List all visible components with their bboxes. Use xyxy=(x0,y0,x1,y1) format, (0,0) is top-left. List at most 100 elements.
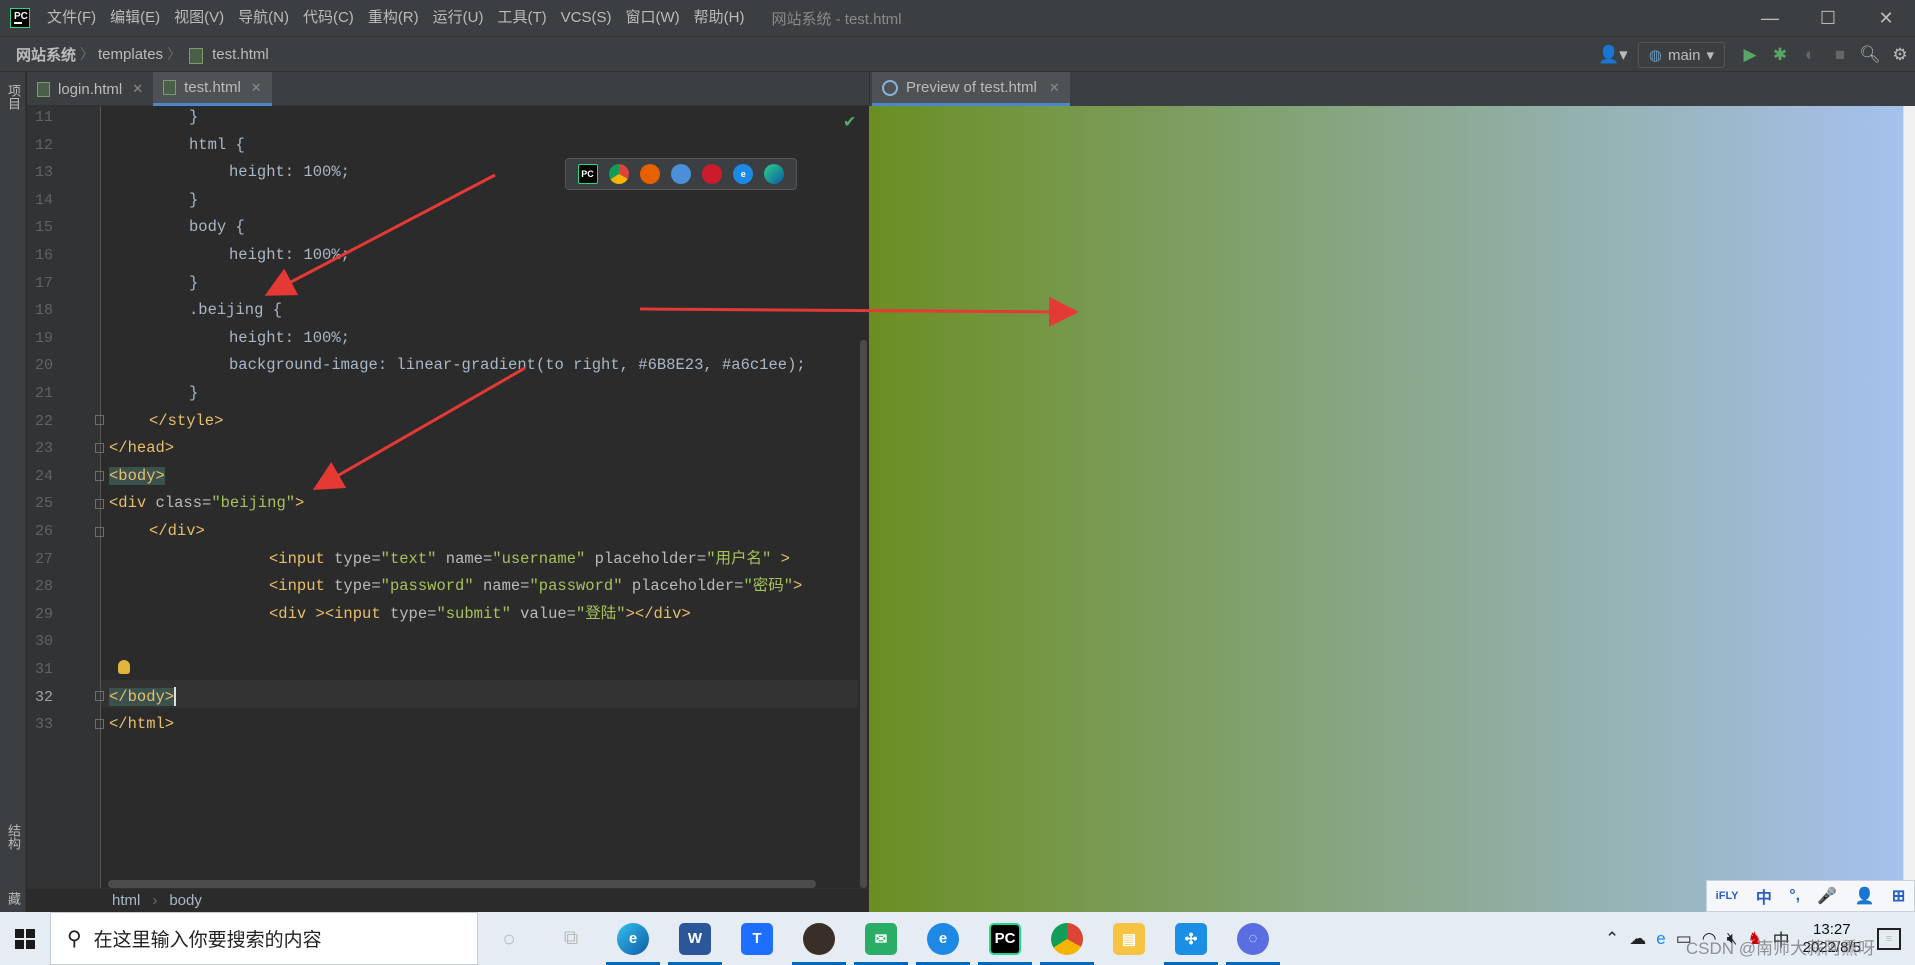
preview-scrollbar[interactable] xyxy=(1903,106,1915,912)
fold-marker-icon[interactable] xyxy=(95,499,104,509)
chrome-icon[interactable] xyxy=(608,164,629,184)
breadcrumb-html[interactable]: html xyxy=(112,892,140,909)
menu-navigate[interactable]: 导航(N) xyxy=(231,0,296,36)
line-number: 27 xyxy=(34,550,53,568)
tab-login-html[interactable]: login.html ✕ xyxy=(27,72,153,106)
opera-icon[interactable] xyxy=(702,164,723,184)
token: <input xyxy=(324,604,390,623)
editor-horizontal-scrollbar[interactable] xyxy=(108,880,816,888)
menu-file[interactable]: 文件(F) xyxy=(40,0,103,36)
stop-icon[interactable]: ■ xyxy=(1825,37,1855,73)
navigation-bar: 网站系统 〉 templates 〉 test.html 👤▾ ◍ main ▾… xyxy=(0,36,1915,72)
start-button[interactable] xyxy=(0,912,50,965)
close-tab-icon[interactable]: ✕ xyxy=(251,80,262,96)
app-avatar-icon[interactable] xyxy=(788,912,850,965)
run-icon[interactable]: ▶ xyxy=(1735,37,1765,73)
search-icon[interactable]: 🔍︎ xyxy=(1855,37,1885,73)
ie-icon[interactable]: e xyxy=(912,912,974,965)
task-view-icon[interactable]: ⧉ xyxy=(540,912,602,965)
code-editor[interactable]: } html { height: 100%; } body { height: … xyxy=(101,106,858,888)
arc-app-icon[interactable]: ◌ xyxy=(1222,912,1284,965)
menu-vcs[interactable]: VCS(S) xyxy=(554,0,619,36)
debug-icon[interactable]: ✱ xyxy=(1765,37,1795,73)
ime-chinese-mode[interactable]: 中 xyxy=(1756,884,1772,908)
notification-center-icon[interactable]: ≡ xyxy=(1877,927,1901,950)
fold-marker-icon[interactable] xyxy=(95,691,104,701)
line-number: 20 xyxy=(34,357,53,375)
window-title: 网站系统 - test.html xyxy=(771,10,902,28)
tab-preview[interactable]: Preview of test.html ✕ xyxy=(872,72,1070,106)
search-placeholder: 在这里输入你要搜索的内容 xyxy=(93,930,322,951)
editor-vertical-scrollbar[interactable] xyxy=(860,340,867,888)
line-number: 25 xyxy=(34,495,53,513)
tab-test-html[interactable]: test.html ✕ xyxy=(153,72,272,106)
token: > xyxy=(780,549,790,568)
user-account-icon[interactable]: 👤▾ xyxy=(1598,37,1628,73)
fold-marker-icon[interactable] xyxy=(95,415,104,425)
ime-punctuation-icon[interactable]: °, xyxy=(1789,887,1800,905)
structure-tool-button[interactable]: 结构 xyxy=(4,824,23,850)
close-tab-icon[interactable]: ✕ xyxy=(132,81,143,97)
close-window-button[interactable]: ✕ xyxy=(1857,0,1915,36)
menu-refactor[interactable]: 重构(R) xyxy=(361,0,426,36)
run-configuration-selector[interactable]: ◍ main ▾ xyxy=(1637,42,1725,68)
internet-explorer-icon[interactable]: e xyxy=(733,164,754,184)
fold-marker-icon[interactable] xyxy=(95,719,104,729)
settings-gear-icon[interactable]: ⚙ xyxy=(1885,37,1915,73)
pycharm-browser-icon[interactable]: PC xyxy=(577,164,598,184)
tencent-docs-icon[interactable]: T xyxy=(726,912,788,965)
token: > xyxy=(295,494,305,513)
minimize-button[interactable]: — xyxy=(1741,0,1799,36)
edge-taskbar-icon[interactable]: e xyxy=(602,912,664,965)
lightbulb-icon[interactable] xyxy=(118,660,130,674)
preview-tab-label: Preview of test.html xyxy=(906,79,1037,96)
breadcrumb-folder[interactable]: templates xyxy=(94,46,167,63)
coverage-icon[interactable]: ◐ xyxy=(1795,37,1825,73)
search-icon: ⚲ xyxy=(67,928,82,950)
menu-run[interactable]: 运行(U) xyxy=(426,0,491,36)
menu-help[interactable]: 帮助(H) xyxy=(687,0,752,36)
maximize-button[interactable]: ☐ xyxy=(1799,0,1857,36)
menu-window[interactable]: 窗口(W) xyxy=(618,0,686,36)
line-number: 33 xyxy=(34,716,53,734)
line-number: 12 xyxy=(34,136,53,154)
token: "text" xyxy=(380,549,446,568)
wechat-icon[interactable]: ✉ xyxy=(850,912,912,965)
code-line-17: } xyxy=(189,273,199,292)
fold-marker-icon[interactable] xyxy=(95,527,104,537)
onedrive-icon[interactable]: ☁ xyxy=(1629,929,1646,949)
ifly-logo-icon[interactable]: iFLY xyxy=(1716,890,1739,902)
chevron-up-icon[interactable]: ⌃ xyxy=(1605,929,1619,949)
line-number-gutter[interactable]: 11 12 13 14 15 16 17 18 19 20 21 22 23 24 25 26 27 28 29 30… xyxy=(27,106,101,888)
fold-marker-icon[interactable] xyxy=(95,443,104,453)
line-number: 15 xyxy=(34,219,53,237)
token: "password" xyxy=(529,577,632,596)
file-explorer-icon[interactable]: ▤ xyxy=(1098,912,1160,965)
menu-tools[interactable]: 工具(T) xyxy=(490,0,553,36)
apps-grid-icon[interactable]: ⊞ xyxy=(1892,886,1905,906)
ie-tray-icon[interactable]: e xyxy=(1656,929,1665,949)
menu-code[interactable]: 代码(C) xyxy=(296,0,361,36)
word-icon[interactable]: W xyxy=(664,912,726,965)
close-tab-icon[interactable]: ✕ xyxy=(1049,80,1060,96)
breadcrumb-project[interactable]: 网站系统 xyxy=(0,44,80,65)
navbar-actions: 👤▾ ◍ main ▾ ▶ ✱ ◐ ■ 🔍︎ ⚙ xyxy=(1598,37,1915,73)
safari-icon[interactable] xyxy=(670,164,691,184)
edge-icon[interactable] xyxy=(764,164,785,184)
fold-marker-icon[interactable] xyxy=(95,471,104,481)
firefox-icon[interactable] xyxy=(639,164,660,184)
microphone-icon[interactable]: 🎤 xyxy=(1817,886,1837,906)
menu-edit[interactable]: 编辑(E) xyxy=(103,0,167,36)
inspection-ok-check-icon[interactable]: ✔ xyxy=(843,112,856,132)
breadcrumb-file[interactable]: test.html xyxy=(208,46,273,63)
chevron-right-icon: 〉 xyxy=(80,46,95,62)
pycharm-taskbar-icon[interactable]: PC xyxy=(974,912,1036,965)
project-tool-button[interactable]: 项目 xyxy=(4,84,23,110)
taskbar-search-box[interactable]: ⚲ 在这里输入你要搜索的内容 xyxy=(50,912,478,965)
menu-view[interactable]: 视图(V) xyxy=(167,0,231,36)
xmind-icon[interactable]: ✣ xyxy=(1160,912,1222,965)
cortana-icon[interactable]: ○ xyxy=(478,912,540,965)
user-icon[interactable]: 👤 xyxy=(1855,886,1875,906)
chrome-taskbar-icon[interactable] xyxy=(1036,912,1098,965)
breadcrumb-body[interactable]: body xyxy=(169,892,202,909)
